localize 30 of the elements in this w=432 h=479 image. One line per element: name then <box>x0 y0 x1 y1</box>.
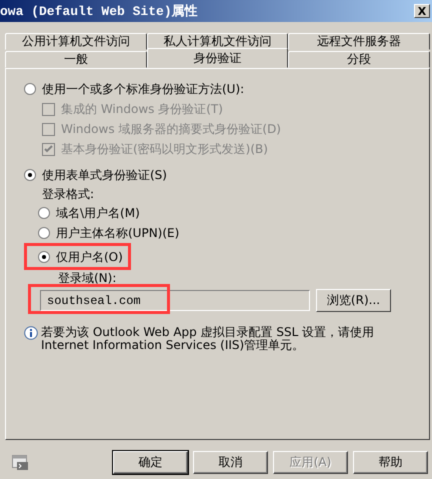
radio-button[interactable] <box>24 169 36 181</box>
browse-button[interactable]: 浏览(R)... <box>316 289 391 312</box>
window-title: owa (Default Web Site)属性 <box>0 3 198 20</box>
tab[interactable]: 远程文件服务器 <box>288 33 430 50</box>
dialog-button[interactable]: 确定 <box>113 451 188 474</box>
tab[interactable]: 分段 <box>288 51 430 68</box>
radio-button[interactable] <box>24 83 36 95</box>
checkbox-label: 集成的 Windows 身份验证(T) <box>61 100 223 118</box>
tab[interactable]: 身份验证 <box>146 48 288 68</box>
radio-button[interactable] <box>38 207 50 219</box>
tab[interactable]: 一般 <box>5 51 147 68</box>
radio-button[interactable] <box>38 227 50 239</box>
field-label: 登录域(N): <box>58 270 118 286</box>
section-label: 登录格式: <box>42 186 96 202</box>
info-icon <box>24 326 38 340</box>
tab[interactable]: 公用计算机文件访问 <box>5 33 147 50</box>
radio-label: 使用表单式身份验证(S) <box>42 166 167 184</box>
radio-label: 使用一个或多个标准身份验证方法(U): <box>42 80 244 98</box>
input-field[interactable]: southseal.com <box>40 290 310 311</box>
radio-button[interactable] <box>38 251 50 263</box>
checkbox-label: Windows 域服务器的摘要式身份验证(D) <box>61 120 281 138</box>
info-text: 若要为该 Outlook Web App 虚拟目录配置 SSL 设置，请使用 Internet Information Services (IIS)管理单元。 <box>41 326 376 352</box>
close-button[interactable]: X <box>414 4 430 18</box>
checkbox-label: 基本身份验证(密码以明文形式发送)(B) <box>61 140 268 158</box>
radio-label: 域名\用户名(M) <box>56 204 140 222</box>
radio-label: 仅用户名(O) <box>56 248 123 266</box>
dialog-button[interactable]: 帮助 <box>353 451 428 474</box>
radio-label: 用户主体名称(UPN)(E) <box>56 224 180 242</box>
dialog-button[interactable]: 取消 <box>193 451 268 474</box>
console-icon <box>12 454 29 470</box>
